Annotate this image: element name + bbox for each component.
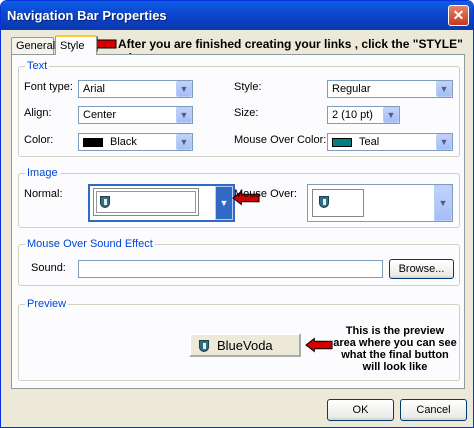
normal-image-select[interactable]: ▼	[88, 184, 235, 222]
align-value: Center	[83, 109, 117, 121]
normal-image-label: Normal:	[24, 188, 63, 200]
size-value: 2 (10 pt)	[332, 109, 373, 121]
shield-icon	[199, 340, 209, 352]
cancel-button[interactable]: Cancel	[400, 399, 467, 421]
ok-button[interactable]: OK	[327, 399, 394, 421]
style-value: Regular	[332, 83, 371, 95]
size-label: Size:	[234, 107, 259, 119]
style-tab-panel: Text Font type: Arial ▼ Align: Center ▼ …	[11, 54, 465, 389]
chevron-down-icon[interactable]: ▼	[436, 134, 452, 150]
close-button[interactable]: ✕	[448, 5, 469, 26]
chevron-down-icon[interactable]: ▼	[176, 81, 192, 97]
mouse-over-color-label: Mouse Over Color:	[234, 134, 327, 146]
chevron-down-icon[interactable]: ▼	[383, 107, 399, 123]
window-title: Navigation Bar Properties	[7, 8, 167, 23]
mouse-over-color-swatch	[332, 138, 352, 147]
chevron-down-icon[interactable]: ▼	[176, 134, 192, 150]
sound-label: Sound:	[31, 262, 66, 274]
image-group: Image Normal: ▼ Mouse Over: ▼	[18, 167, 460, 228]
preview-button-text: BlueVoda	[217, 338, 273, 353]
sound-input[interactable]	[78, 260, 383, 278]
tab-style[interactable]: Style	[55, 35, 97, 55]
align-label: Align:	[24, 107, 52, 119]
image-group-legend: Image	[25, 167, 60, 179]
font-type-value: Arial	[83, 83, 106, 95]
text-group-legend: Text	[25, 60, 50, 72]
chevron-down-icon[interactable]: ▼	[436, 81, 452, 97]
dialog-window: Navigation Bar Properties ✕ General Styl…	[0, 0, 474, 428]
shield-icon	[100, 196, 110, 208]
align-select[interactable]: Center ▼	[78, 106, 193, 124]
size-select[interactable]: 2 (10 pt) ▼	[327, 106, 400, 124]
mouse-over-image-label: Mouse Over:	[234, 188, 297, 200]
color-value: Black	[110, 136, 137, 148]
preview-group-legend: Preview	[25, 298, 69, 310]
mouse-over-image-select[interactable]: ▼	[307, 184, 453, 222]
preview-callout-annotation: This is the preview area where you can s…	[333, 325, 457, 373]
mouse-over-color-select[interactable]: Teal ▼	[327, 133, 453, 151]
color-label: Color:	[24, 134, 54, 146]
chevron-down-icon[interactable]: ▼	[215, 186, 233, 220]
tab-general[interactable]: General	[11, 37, 55, 54]
preview-navbar-button: BlueVoda	[189, 333, 301, 357]
style-select[interactable]: Regular ▼	[327, 80, 453, 98]
sound-group-legend: Mouse Over Sound Effect	[25, 238, 155, 250]
font-type-select[interactable]: Arial ▼	[78, 80, 193, 98]
browse-button[interactable]: Browse...	[389, 259, 454, 279]
font-type-label: Font type:	[24, 81, 73, 93]
mouse-over-image-preview	[312, 189, 364, 217]
arrow-left-icon	[305, 337, 333, 353]
normal-image-preview	[93, 188, 199, 216]
shield-icon	[319, 196, 329, 208]
color-swatch	[83, 138, 103, 147]
sound-group: Mouse Over Sound Effect Sound: Browse...	[18, 238, 460, 286]
text-group: Text Font type: Arial ▼ Align: Center ▼ …	[18, 60, 460, 157]
style-label: Style:	[234, 81, 262, 93]
preview-group: Preview BlueVoda This is the preview are…	[18, 298, 460, 381]
mouse-over-color-value: Teal	[359, 136, 380, 148]
title-bar[interactable]: Navigation Bar Properties ✕	[1, 1, 473, 30]
chevron-down-icon[interactable]: ▼	[176, 107, 192, 123]
chevron-down-icon[interactable]: ▼	[434, 185, 452, 221]
color-select[interactable]: Black ▼	[78, 133, 193, 151]
